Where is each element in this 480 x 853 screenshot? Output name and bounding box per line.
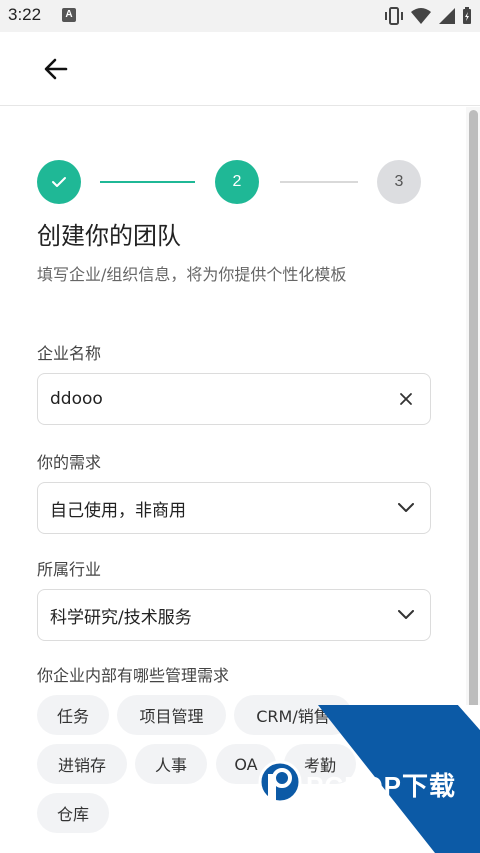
chip-hr[interactable]: 人事 <box>135 744 207 784</box>
chip-oa[interactable]: OA <box>216 744 276 784</box>
chip-task[interactable]: 任务 <box>37 695 109 735</box>
notification-icon: A <box>62 8 76 22</box>
needs-select[interactable]: 自己使用，非商用 <box>37 482 431 534</box>
chip-warehouse[interactable]: 仓库 <box>37 793 109 833</box>
company-name-field[interactable] <box>37 373 431 425</box>
status-icons <box>384 6 472 26</box>
wifi-icon <box>411 8 431 24</box>
close-icon <box>400 393 412 405</box>
needs-dropdown[interactable] <box>394 496 418 520</box>
company-name-label: 企业名称 <box>37 344 102 363</box>
checkmark-icon <box>52 177 66 187</box>
back-button[interactable] <box>36 51 76 87</box>
step-2-current: 2 <box>215 160 259 204</box>
page-subtitle: 填写企业/组织信息，将为你提供个性化模板 <box>37 265 347 284</box>
company-name-input[interactable] <box>50 389 394 409</box>
step-3-pending: 3 <box>377 160 421 204</box>
industry-label: 所属行业 <box>37 560 102 579</box>
arrow-left-icon <box>44 58 68 80</box>
battery-icon <box>463 7 471 24</box>
status-time: 3:22 <box>8 5 42 24</box>
step-1-complete <box>37 160 81 204</box>
clear-button[interactable] <box>394 387 418 411</box>
page-title: 创建你的团队 <box>37 222 181 250</box>
chip-attendance[interactable]: 考勤 <box>284 744 356 784</box>
management-label: 你企业内部有哪些管理需求 <box>37 666 230 685</box>
chip-inventory[interactable]: 进销存 <box>37 744 127 784</box>
chevron-down-icon <box>398 610 414 619</box>
step-connector-1 <box>100 181 195 183</box>
needs-label: 你的需求 <box>37 453 102 472</box>
scrollbar-thumb[interactable] <box>469 110 478 750</box>
chip-crm-sales[interactable]: CRM/销售 <box>234 695 352 735</box>
vibrate-icon <box>385 7 403 25</box>
signal-icon <box>439 8 455 24</box>
needs-value: 自己使用，非商用 <box>50 500 186 521</box>
app-bar <box>0 32 480 106</box>
status-bar: 3:22 A <box>0 0 480 32</box>
chip-project-management[interactable]: 项目管理 <box>117 695 226 735</box>
industry-select[interactable]: 科学研究/技术服务 <box>37 589 431 641</box>
industry-value: 科学研究/技术服务 <box>50 607 192 628</box>
stepper: 2 3 <box>37 160 421 204</box>
step-connector-2 <box>280 181 358 183</box>
industry-dropdown[interactable] <box>394 603 418 627</box>
main-content: 2 3 创建你的团队 填写企业/组织信息，将为你提供个性化模板 企业名称 你的需… <box>0 107 480 853</box>
chevron-down-icon <box>398 503 414 512</box>
